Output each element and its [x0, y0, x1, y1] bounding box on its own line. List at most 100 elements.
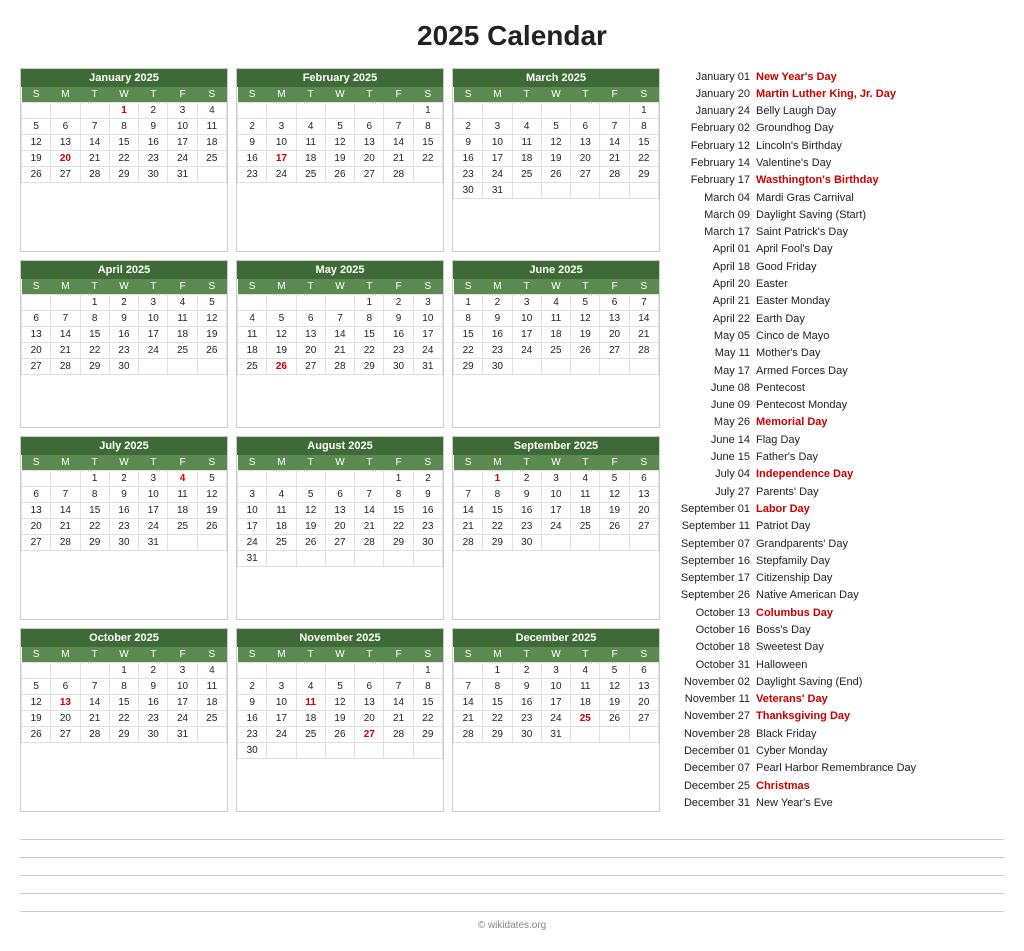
- day-cell: 18: [296, 151, 325, 167]
- day-cell: 3: [483, 119, 512, 135]
- day-header: T: [139, 279, 168, 295]
- day-cell: 12: [197, 486, 226, 502]
- holiday-date: October 13: [670, 606, 750, 620]
- day-cell: 26: [197, 342, 226, 358]
- day-cell: 13: [22, 502, 51, 518]
- day-cell: 9: [139, 119, 168, 135]
- holiday-name: Cyber Monday: [756, 744, 828, 758]
- day-cell: 11: [238, 326, 267, 342]
- day-cell: 4: [296, 119, 325, 135]
- month-block-6: June 2025SMTWTFS123456789101112131415161…: [452, 260, 660, 428]
- day-cell: 9: [139, 678, 168, 694]
- day-cell: [80, 662, 109, 678]
- day-cell: 20: [51, 710, 80, 726]
- day-cell: 2: [512, 662, 541, 678]
- day-header: F: [600, 647, 629, 663]
- day-cell: [267, 742, 296, 758]
- day-cell: 11: [267, 502, 296, 518]
- month-block-11: November 2025SMTWTFS12345678910111213141…: [236, 628, 444, 812]
- day-cell: 29: [483, 726, 512, 742]
- day-cell: 25: [238, 358, 267, 374]
- holiday-row: September 01Labor Day: [670, 500, 1004, 517]
- holiday-date: October 18: [670, 640, 750, 654]
- day-cell: 21: [80, 710, 109, 726]
- day-header: F: [384, 647, 413, 663]
- holiday-row: January 01New Year's Day: [670, 68, 1004, 85]
- day-cell: 29: [80, 534, 109, 550]
- day-cell: 19: [22, 151, 51, 167]
- day-cell: 4: [571, 662, 600, 678]
- day-cell: 2: [483, 294, 512, 310]
- day-cell: 3: [238, 486, 267, 502]
- day-cell: 18: [541, 326, 570, 342]
- day-cell: 17: [168, 135, 197, 151]
- day-cell: 25: [168, 342, 197, 358]
- day-cell: 3: [413, 294, 442, 310]
- day-cell: [168, 358, 197, 374]
- day-cell: 13: [571, 135, 600, 151]
- holiday-name: Belly Laugh Day: [756, 104, 836, 118]
- day-cell: [22, 470, 51, 486]
- day-cell: 26: [600, 710, 629, 726]
- day-cell: 10: [139, 486, 168, 502]
- day-cell: 14: [51, 502, 80, 518]
- holiday-row: December 25Christmas: [670, 777, 1004, 794]
- holiday-date: April 20: [670, 277, 750, 291]
- day-cell: 20: [51, 151, 80, 167]
- day-cell: [325, 550, 354, 566]
- holiday-name: Citizenship Day: [756, 571, 832, 585]
- day-cell: 8: [384, 486, 413, 502]
- day-cell: 17: [139, 502, 168, 518]
- holiday-name: Father's Day: [756, 450, 818, 464]
- day-cell: 7: [325, 310, 354, 326]
- month-header: October 2025: [21, 629, 227, 647]
- day-cell: 30: [139, 167, 168, 183]
- day-header: F: [168, 647, 197, 663]
- day-cell: 18: [197, 135, 226, 151]
- day-cell: 14: [51, 326, 80, 342]
- day-cell: 30: [109, 358, 138, 374]
- day-header: F: [168, 87, 197, 103]
- day-cell: 12: [571, 310, 600, 326]
- day-cell: 16: [109, 326, 138, 342]
- day-cell: 30: [413, 534, 442, 550]
- day-cell: 27: [22, 534, 51, 550]
- month-header: August 2025: [237, 437, 443, 455]
- day-cell: 23: [238, 726, 267, 742]
- holiday-date: November 11: [670, 692, 750, 706]
- holiday-name: Easter: [756, 277, 788, 291]
- day-cell: 8: [109, 119, 138, 135]
- day-cell: [51, 103, 80, 119]
- day-header: S: [197, 87, 226, 103]
- day-cell: 15: [384, 502, 413, 518]
- day-header: S: [629, 87, 658, 103]
- day-header: T: [571, 87, 600, 103]
- holiday-date: March 17: [670, 225, 750, 239]
- day-header: T: [571, 455, 600, 471]
- day-cell: 7: [384, 119, 413, 135]
- holiday-row: November 28Black Friday: [670, 725, 1004, 742]
- day-cell: 9: [109, 310, 138, 326]
- day-cell: 12: [600, 486, 629, 502]
- day-cell: 18: [168, 326, 197, 342]
- day-cell: [296, 294, 325, 310]
- holiday-row: March 09Daylight Saving (Start): [670, 206, 1004, 223]
- holiday-name: Groundhog Day: [756, 121, 834, 135]
- day-cell: 20: [22, 518, 51, 534]
- month-header: September 2025: [453, 437, 659, 455]
- day-cell: 4: [168, 470, 197, 486]
- day-cell: 4: [296, 678, 325, 694]
- holiday-row: January 24Belly Laugh Day: [670, 103, 1004, 120]
- day-cell: 2: [384, 294, 413, 310]
- day-header: T: [296, 647, 325, 663]
- holiday-row: April 22Earth Day: [670, 310, 1004, 327]
- day-cell: 16: [384, 326, 413, 342]
- day-cell: 28: [454, 534, 483, 550]
- holiday-date: May 26: [670, 415, 750, 429]
- day-cell: [629, 726, 658, 742]
- day-cell: 9: [454, 135, 483, 151]
- holiday-name: Valentine's Day: [756, 156, 831, 170]
- day-header: M: [267, 279, 296, 295]
- day-header: W: [109, 647, 138, 663]
- day-cell: 10: [541, 486, 570, 502]
